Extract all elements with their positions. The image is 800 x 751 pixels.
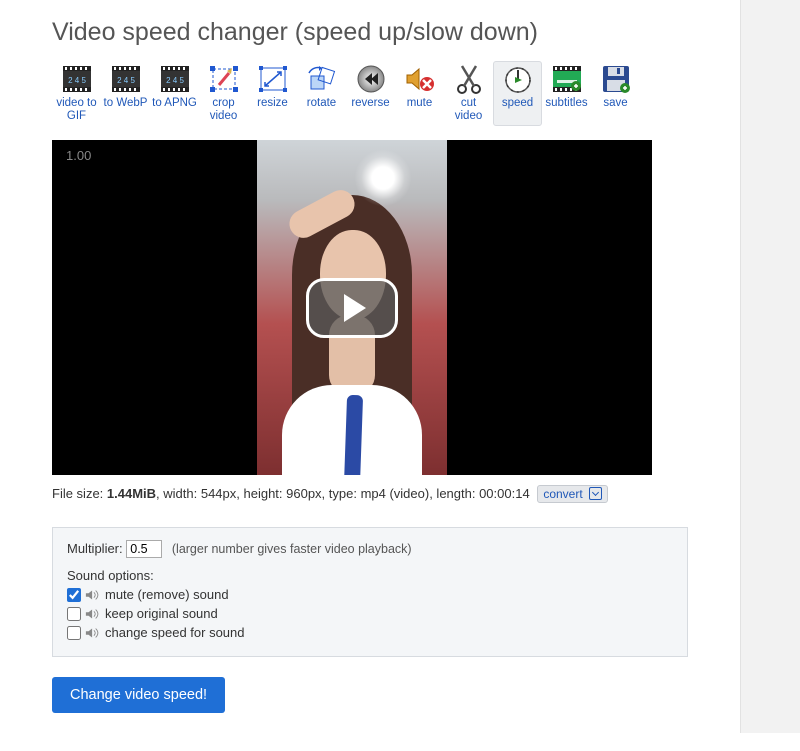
toolbar: 2 4 5 video to GIF 2 4 5 to WebP 2 4 5 to APN… xyxy=(52,61,770,126)
tool-cut-video[interactable]: cut video xyxy=(444,61,493,126)
save-icon xyxy=(593,64,638,94)
tool-label: save xyxy=(593,97,638,110)
to-apng-icon: 2 4 5 xyxy=(152,64,197,94)
tool-label: resize xyxy=(250,97,295,110)
speaker-icon xyxy=(85,589,101,601)
tool-subtitles[interactable]: subtitles xyxy=(542,61,591,126)
video-speed-overlay: 1.00 xyxy=(66,148,91,163)
sound-option-label: change speed for sound xyxy=(105,625,245,640)
multiplier-hint: (larger number gives faster video playba… xyxy=(172,542,412,556)
page-title: Video speed changer (speed up/slow down) xyxy=(52,18,770,47)
speed-icon xyxy=(495,64,540,94)
file-size-value: 1.44MiB xyxy=(107,486,156,501)
multiplier-input[interactable] xyxy=(126,540,162,558)
tool-video-to-gif[interactable]: 2 4 5 video to GIF xyxy=(52,61,101,126)
svg-text:2 4 5: 2 4 5 xyxy=(68,76,86,85)
file-dims: , width: 544px, height: 960px, type: mp4… xyxy=(156,486,530,501)
tool-label: mute xyxy=(397,97,442,110)
tool-label: to WebP xyxy=(103,97,148,110)
sound-option-change[interactable]: change speed for sound xyxy=(67,625,673,640)
svg-text:2 4 5: 2 4 5 xyxy=(166,76,184,85)
tool-label: rotate xyxy=(299,97,344,110)
crop-video-icon xyxy=(201,64,246,94)
sound-option-keep[interactable]: keep original sound xyxy=(67,606,673,621)
tool-label: to APNG xyxy=(152,97,197,110)
tool-reverse[interactable]: reverse xyxy=(346,61,395,126)
file-size-label: File size: xyxy=(52,486,107,501)
tool-label: video to GIF xyxy=(54,97,99,123)
sound-checkbox-mute[interactable] xyxy=(67,588,81,602)
sound-option-mute[interactable]: mute (remove) sound xyxy=(67,587,673,602)
sound-option-label: mute (remove) sound xyxy=(105,587,229,602)
tool-rotate[interactable]: rotate xyxy=(297,61,346,126)
multiplier-label: Multiplier: xyxy=(67,541,123,556)
download-icon xyxy=(589,487,602,500)
reverse-icon xyxy=(348,64,393,94)
sound-option-label: keep original sound xyxy=(105,606,218,621)
subtitles-icon xyxy=(544,64,589,94)
tool-label: cut video xyxy=(446,97,491,123)
right-gutter xyxy=(740,0,800,733)
tool-to-webp[interactable]: 2 4 5 to WebP xyxy=(101,61,150,126)
sound-checkbox-keep[interactable] xyxy=(67,607,81,621)
speaker-icon xyxy=(85,627,101,639)
tool-crop-video[interactable]: crop video xyxy=(199,61,248,126)
video-preview: 1.00 xyxy=(52,140,652,475)
sound-options: mute (remove) sound keep original sound ch… xyxy=(67,587,673,640)
sound-options-heading: Sound options: xyxy=(67,568,673,583)
to-webp-icon: 2 4 5 xyxy=(103,64,148,94)
cut-video-icon xyxy=(446,64,491,94)
options-panel: Multiplier: (larger number gives faster … xyxy=(52,527,688,657)
svg-text:2 4 5: 2 4 5 xyxy=(117,76,135,85)
tool-resize[interactable]: resize xyxy=(248,61,297,126)
tool-label: speed xyxy=(495,97,540,110)
mute-icon xyxy=(397,64,442,94)
play-button[interactable] xyxy=(306,278,398,338)
tool-save[interactable]: save xyxy=(591,61,640,126)
video-to-gif-icon: 2 4 5 xyxy=(54,64,99,94)
tool-label: subtitles xyxy=(544,97,589,110)
tool-label: crop video xyxy=(201,97,246,123)
tool-to-apng[interactable]: 2 4 5 to APNG xyxy=(150,61,199,126)
multiplier-row: Multiplier: (larger number gives faster … xyxy=(67,540,673,558)
tool-mute[interactable]: mute xyxy=(395,61,444,126)
tool-label: reverse xyxy=(348,97,393,110)
speaker-icon xyxy=(85,608,101,620)
rotate-icon xyxy=(299,64,344,94)
sound-checkbox-change[interactable] xyxy=(67,626,81,640)
tool-speed[interactable]: speed xyxy=(493,61,542,126)
convert-button[interactable]: convert xyxy=(537,485,608,503)
file-info-line: File size: 1.44MiB, width: 544px, height… xyxy=(52,485,770,503)
resize-icon xyxy=(250,64,295,94)
change-speed-button[interactable]: Change video speed! xyxy=(52,677,225,713)
convert-label: convert xyxy=(543,487,582,501)
